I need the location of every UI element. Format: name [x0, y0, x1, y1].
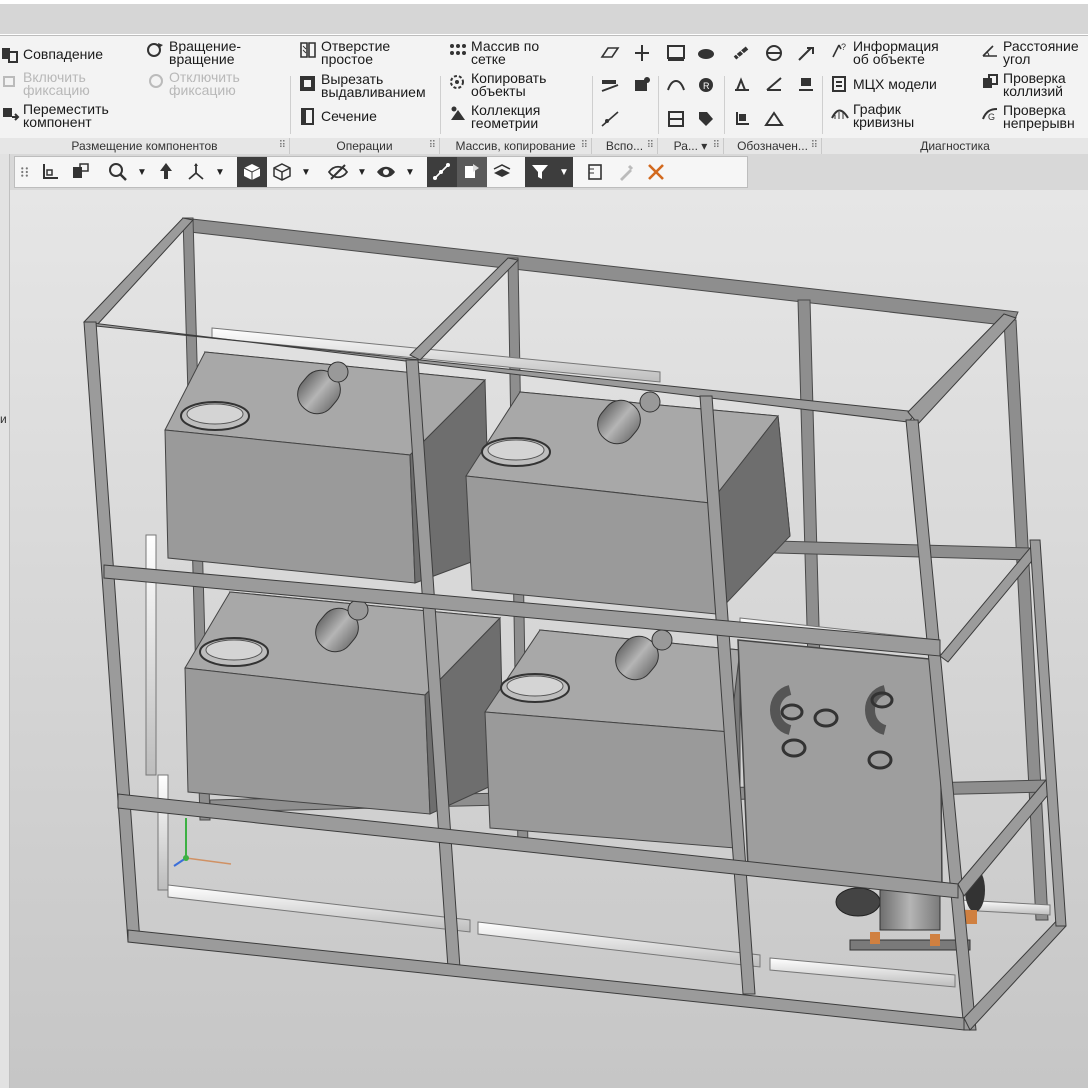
distance-angle-icon — [980, 40, 1000, 60]
svg-text:G: G — [988, 112, 995, 122]
grid-array-icon — [448, 40, 468, 60]
svg-text:?: ? — [841, 42, 846, 52]
hide-dropdown[interactable]: ▼ — [353, 157, 371, 187]
geometry-collection-icon — [448, 104, 468, 124]
filter-objects-icon[interactable] — [457, 157, 487, 187]
ra-frame-icon[interactable] — [664, 108, 688, 130]
filter-icon[interactable] — [525, 157, 555, 187]
zoom-dropdown[interactable]: ▼ — [133, 157, 151, 187]
tank-lower-left[interactable] — [184, 591, 505, 815]
display-mode-icon[interactable] — [371, 157, 401, 187]
aux-plane-icon[interactable] — [598, 42, 622, 64]
grid-array-button[interactable]: Массив по сетке — [448, 39, 539, 66]
copy-objects-button[interactable]: Копировать объекты — [448, 71, 546, 98]
object-info-button[interactable]: ? Информация об объекте — [830, 39, 939, 66]
assembly-3d-view[interactable] — [10, 190, 1088, 1088]
rotation-icon — [146, 40, 166, 60]
svg-text:R: R — [703, 81, 710, 91]
pipette-icon[interactable] — [611, 157, 641, 187]
model-tree-icon[interactable] — [65, 157, 95, 187]
notation-leader-icon[interactable] — [794, 42, 818, 64]
coincidence-icon — [0, 44, 20, 64]
notation-base-icon[interactable] — [794, 74, 818, 96]
notation-weld-icon[interactable] — [762, 74, 786, 96]
measure-icon[interactable] — [581, 157, 611, 187]
collision-check-button[interactable]: Проверка коллизий — [980, 71, 1066, 98]
close-icon[interactable] — [641, 157, 671, 187]
cut-extrude-icon — [298, 73, 318, 93]
aux-line-icon[interactable] — [598, 108, 622, 130]
notation-hole-icon[interactable] — [762, 42, 786, 64]
aux-point-icon[interactable] — [598, 74, 622, 96]
continuity-check-icon: G — [980, 104, 1000, 124]
filter-dropdown[interactable]: ▼ — [555, 157, 573, 187]
layers-icon[interactable] — [487, 157, 517, 187]
control-panel[interactable] — [737, 639, 943, 891]
model-viewport[interactable] — [10, 190, 1088, 1088]
collision-check-icon — [980, 72, 1000, 92]
display-dropdown[interactable]: ▼ — [297, 157, 315, 187]
distance-angle-button[interactable]: Расстояние угол — [980, 39, 1079, 66]
move-component-button[interactable]: Переместить компонент — [0, 102, 109, 129]
group-ra: Ра... ▾ ⠿ — [658, 138, 724, 154]
curvature-icon — [830, 103, 850, 123]
continuity-check-button[interactable]: G Проверка непрерывн — [980, 103, 1075, 130]
aux-lcs-icon[interactable] — [630, 74, 654, 96]
tank-lower-right[interactable] — [484, 629, 741, 850]
hide-icon[interactable] — [323, 157, 353, 187]
ra-tag-icon[interactable] — [694, 108, 718, 130]
notation-roughness-icon[interactable] — [730, 74, 754, 96]
notation-datum-icon[interactable] — [730, 108, 754, 130]
pan-icon[interactable] — [151, 157, 181, 187]
view-orient-dropdown[interactable]: ▼ — [211, 157, 229, 187]
zoom-icon[interactable] — [103, 157, 133, 187]
axis-triad — [173, 818, 232, 867]
orientation-icon[interactable] — [35, 157, 65, 187]
ra-material-icon[interactable] — [694, 42, 718, 64]
ribbon: Совпадение Вращение-вращение Включить фик… — [0, 36, 1088, 154]
rotation-rotation-button[interactable]: Вращение-вращение — [146, 39, 241, 66]
copy-objects-icon — [448, 72, 468, 92]
group-placement: Размещение компонентов ⠿ — [0, 138, 290, 154]
wireframe-icon[interactable] — [267, 157, 297, 187]
coincidence-button[interactable]: Совпадение — [0, 44, 103, 64]
disable-fix-icon — [146, 71, 166, 91]
grip-icon[interactable] — [15, 157, 35, 187]
section-icon — [298, 106, 318, 126]
ra-render-icon[interactable]: R — [694, 74, 718, 96]
group-arrays: Массив, копирование ⠿ — [440, 138, 592, 154]
ra-surface-icon[interactable] — [664, 74, 688, 96]
shaded-icon[interactable] — [237, 157, 267, 187]
group-diagnostics: Диагностика — [822, 138, 1088, 154]
display-mode-dropdown[interactable]: ▼ — [401, 157, 419, 187]
enable-fix-icon — [0, 71, 20, 91]
disable-fix-button[interactable]: Отключить фиксацию — [146, 70, 240, 97]
view-orient-icon[interactable] — [181, 157, 211, 187]
left-panel-edge: и — [0, 154, 10, 1088]
snap-icon[interactable] — [427, 157, 457, 187]
geometry-collection-button[interactable]: Коллекция геометрии — [448, 103, 540, 130]
mass-props-button[interactable]: МЦХ модели — [830, 74, 937, 94]
title-bar — [0, 0, 1088, 36]
group-operations: Операции ⠿ — [290, 138, 440, 154]
object-info-icon: ? — [830, 40, 850, 60]
group-notation: Обозначен... ⠿ — [724, 138, 822, 154]
ra-sketch-icon[interactable] — [664, 42, 688, 64]
tank-upper-right[interactable] — [465, 391, 791, 616]
notation-marking-icon[interactable] — [762, 108, 786, 130]
mass-props-icon — [830, 74, 850, 94]
aux-axis-icon[interactable] — [630, 42, 654, 64]
enable-fix-button[interactable]: Включить фиксацию — [0, 70, 90, 97]
move-component-icon — [0, 103, 20, 123]
hole-icon — [298, 40, 318, 60]
notation-thread-icon[interactable] — [730, 42, 754, 64]
simple-hole-button[interactable]: Отверстие простое — [298, 39, 390, 66]
cut-extrude-button[interactable]: Вырезать выдавливанием — [298, 72, 426, 99]
group-aux: Вспо... ⠿ — [592, 138, 658, 154]
section-button[interactable]: Сечение — [298, 106, 377, 126]
curvature-button[interactable]: График кривизны — [830, 102, 914, 129]
tank-upper-left[interactable] — [164, 351, 491, 584]
view-toolbar: ▼ ▼ ▼ ▼ ▼ ▼ — [14, 156, 748, 188]
